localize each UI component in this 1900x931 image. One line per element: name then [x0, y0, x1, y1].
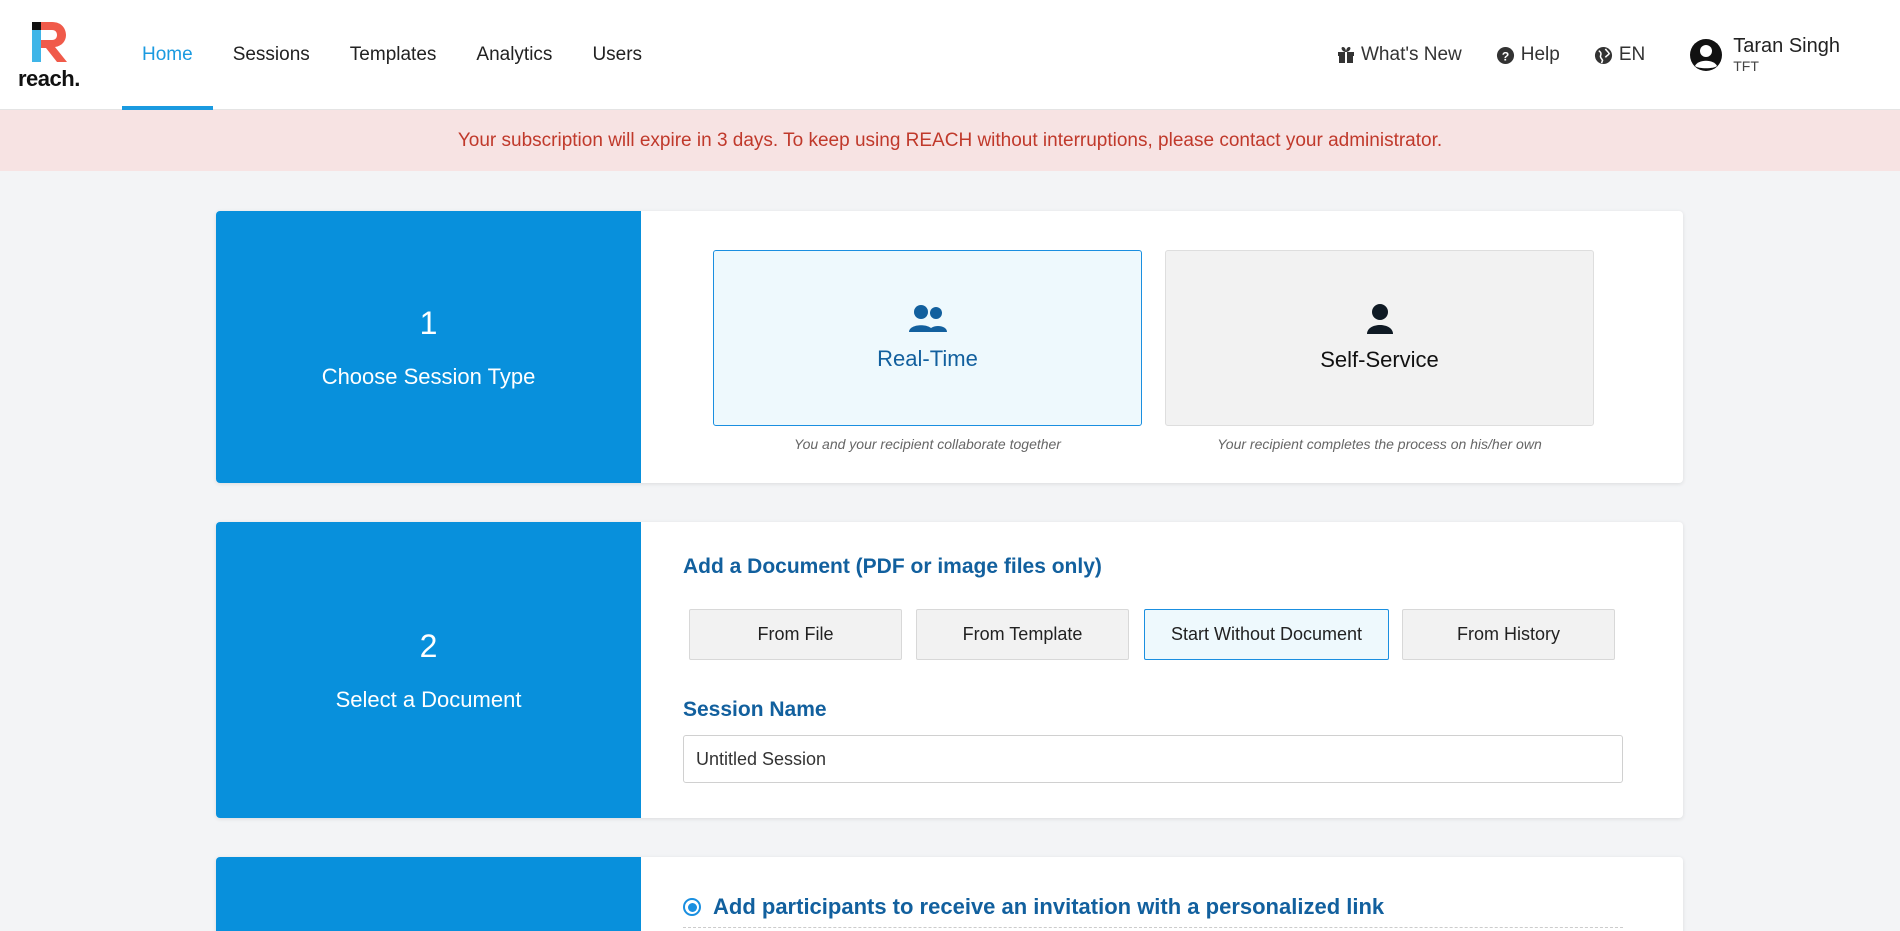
reach-logo[interactable]: reach. — [18, 20, 88, 92]
add-document-label: Add a Document (PDF or image files only) — [683, 555, 1102, 578]
logo-text: reach. — [18, 66, 80, 91]
user-menu[interactable]: Taran Singh TFT — [1689, 35, 1840, 75]
help-circle-icon: ? — [1496, 46, 1514, 64]
banner-text: Your subscription will expire in 3 days.… — [457, 129, 1443, 151]
session-type-label: Real-Time — [877, 346, 978, 371]
users-icon — [908, 305, 947, 332]
step-2-panel: 2 Select a Document — [216, 522, 641, 818]
step-3-card: Add participants to receive an invitatio… — [216, 857, 1683, 931]
user-icon — [1366, 304, 1393, 334]
nav-home[interactable]: Home — [122, 0, 213, 110]
svg-text:?: ? — [1501, 49, 1509, 63]
header-right-nav: What's New ? Help EN Taran Singh TFT — [1303, 0, 1840, 110]
from-file-button[interactable]: From File — [689, 609, 902, 660]
globe-icon — [1594, 46, 1612, 64]
whats-new-label: What's New — [1361, 44, 1462, 65]
session-name-input[interactable] — [683, 735, 1623, 783]
add-participants-label: Add participants to receive an invitatio… — [713, 894, 1385, 919]
from-history-button[interactable]: From History — [1402, 609, 1615, 660]
main-nav: Home Sessions Templates Analytics Users — [122, 0, 662, 110]
nav-analytics[interactable]: Analytics — [456, 0, 572, 110]
whats-new-link[interactable]: What's New — [1337, 44, 1462, 66]
step-title: Choose Session Type — [321, 363, 536, 389]
nav-sessions[interactable]: Sessions — [213, 0, 330, 110]
session-type-real-time[interactable]: Real-Time — [713, 250, 1142, 426]
session-type-self-service[interactable]: Self-Service — [1165, 250, 1594, 426]
step-1-card: 1 Choose Session Type Real-Time You and … — [216, 211, 1683, 483]
user-name: Taran Singh — [1733, 35, 1840, 57]
language-label: EN — [1618, 44, 1646, 65]
gift-icon — [1338, 47, 1354, 63]
from-template-button[interactable]: From Template — [916, 609, 1129, 660]
start-without-document-button[interactable]: Start Without Document — [1144, 609, 1389, 660]
step-number: 1 — [419, 304, 438, 341]
nav-users[interactable]: Users — [572, 0, 662, 110]
logo-mark-icon — [32, 22, 67, 62]
step-3-panel — [216, 857, 641, 931]
language-selector[interactable]: EN — [1594, 44, 1645, 66]
radio-selected-icon — [683, 898, 701, 916]
session-type-description: You and your recipient collaborate toget… — [794, 436, 1061, 452]
top-navigation-bar: reach. Home Sessions Templates Analytics… — [0, 0, 1900, 110]
participants-divider — [683, 927, 1623, 928]
user-org: TFT — [1733, 58, 1759, 74]
session-type-description: Your recipient completes the process on … — [1217, 436, 1542, 452]
step-2-card: 2 Select a Document Add a Document (PDF … — [216, 522, 1683, 818]
add-participants-radio[interactable]: Add participants to receive an invitatio… — [683, 894, 1384, 920]
step-number: 2 — [419, 627, 438, 664]
step-title: Select a Document — [335, 686, 522, 712]
session-name-label: Session Name — [683, 698, 827, 721]
nav-templates[interactable]: Templates — [330, 0, 457, 110]
help-link[interactable]: ? Help — [1496, 44, 1560, 66]
subscription-warning-banner: Your subscription will expire in 3 days.… — [0, 110, 1900, 171]
help-label: Help — [1520, 44, 1560, 65]
session-type-label: Self-Service — [1320, 347, 1439, 372]
step-1-panel: 1 Choose Session Type — [216, 211, 641, 483]
user-avatar-icon — [1690, 39, 1723, 71]
